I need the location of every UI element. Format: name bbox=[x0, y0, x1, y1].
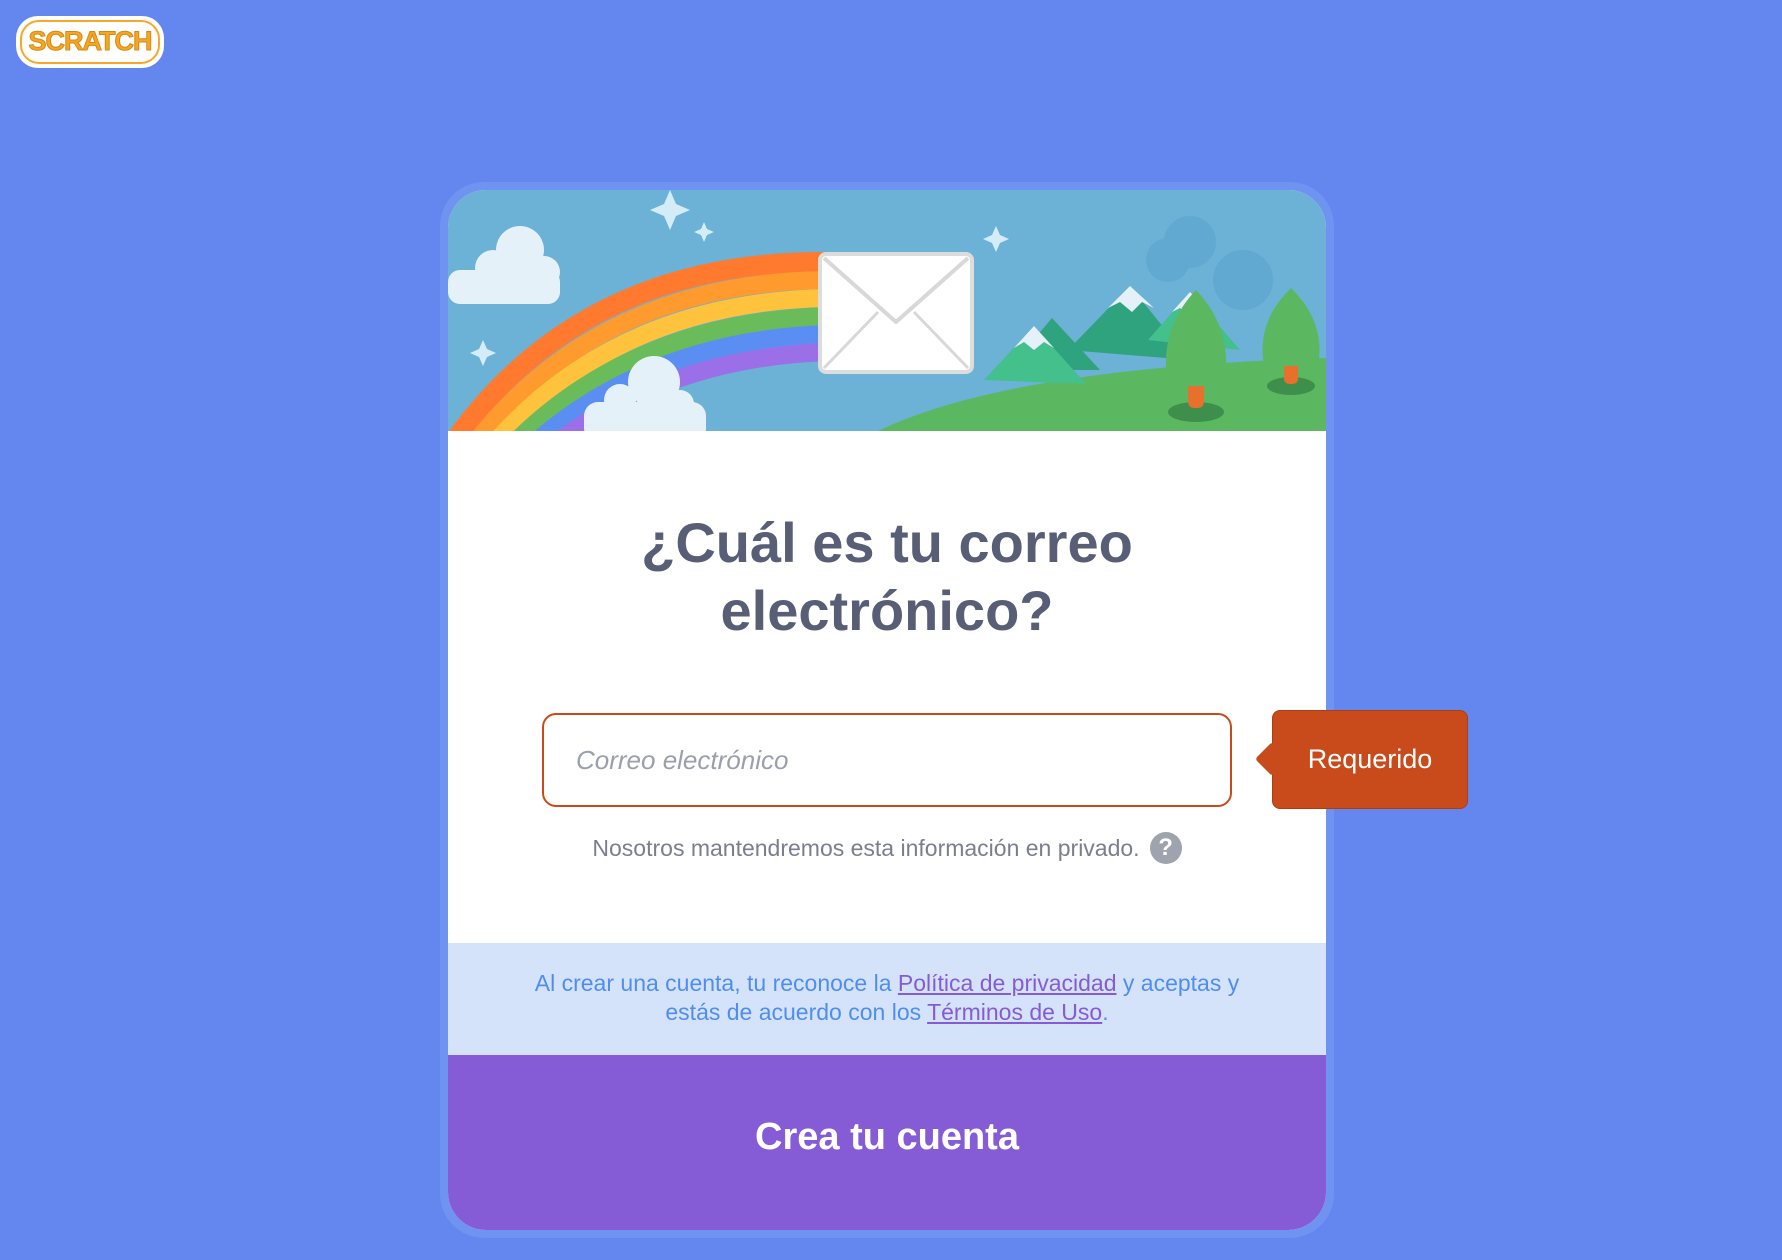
page-title-line-1: ¿Cuál es tu correo bbox=[641, 511, 1133, 574]
cloud-icon bbox=[448, 226, 560, 304]
terms-of-use-link[interactable]: Términos de Uso bbox=[927, 999, 1102, 1025]
required-tooltip-text: Requerido bbox=[1307, 744, 1433, 774]
legal-notice: Al crear una cuenta, tu reconoce la Polí… bbox=[448, 943, 1326, 1055]
svg-text:SCRATCH: SCRATCH bbox=[29, 26, 152, 56]
page-title: ¿Cuál es tu correo electrónico? bbox=[448, 509, 1326, 645]
envelope-icon bbox=[818, 252, 974, 374]
rainbow-envelope-illustration bbox=[448, 190, 1326, 431]
legal-text-before: Al crear una cuenta, tu reconoce la bbox=[534, 970, 898, 996]
privacy-note-text: Nosotros mantendremos esta información e… bbox=[592, 835, 1140, 861]
legal-text-after: . bbox=[1102, 999, 1109, 1025]
star-icon bbox=[983, 226, 1009, 252]
privacy-policy-link[interactable]: Política de privacidad bbox=[898, 970, 1117, 996]
header-illustration bbox=[448, 190, 1326, 431]
scratch-logo[interactable]: SCRATCH bbox=[14, 14, 166, 70]
privacy-note: Nosotros mantendremos esta información e… bbox=[448, 831, 1326, 866]
signup-card: ¿Cuál es tu correo electrónico? Nosotros… bbox=[440, 182, 1334, 1238]
required-tooltip: Requerido bbox=[1272, 710, 1468, 809]
signup-card-inner: ¿Cuál es tu correo electrónico? Nosotros… bbox=[448, 190, 1326, 1230]
star-icon bbox=[650, 190, 690, 230]
email-field[interactable] bbox=[542, 713, 1232, 807]
question-circle-icon[interactable]: ? bbox=[1149, 831, 1182, 864]
star-icon bbox=[470, 340, 496, 366]
create-account-button[interactable]: Crea tu cuenta bbox=[448, 1055, 1326, 1230]
scratch-logo-art: SCRATCH bbox=[16, 16, 164, 68]
page-title-line-2: electrónico? bbox=[720, 579, 1054, 642]
form-body: ¿Cuál es tu correo electrónico? Nosotros… bbox=[448, 431, 1326, 943]
star-icon bbox=[694, 222, 714, 242]
